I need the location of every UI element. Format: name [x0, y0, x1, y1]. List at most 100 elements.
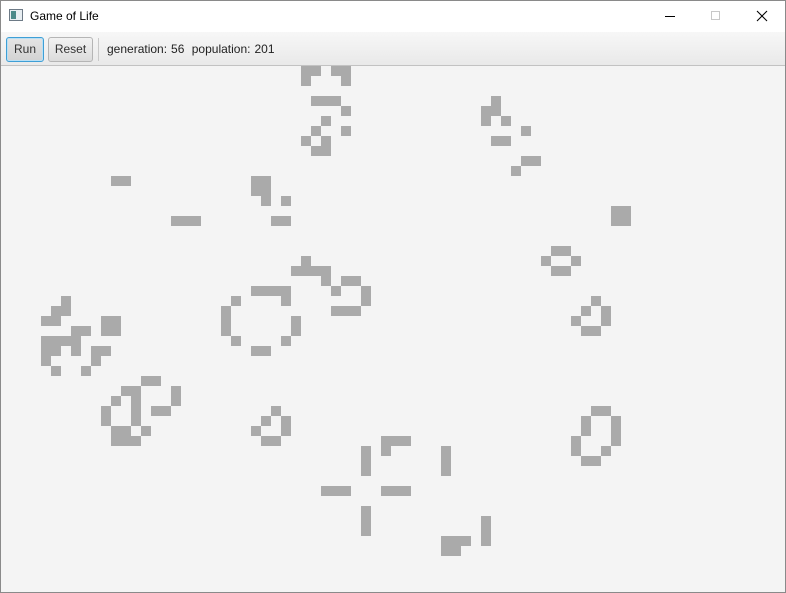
- live-cell[interactable]: [491, 136, 501, 146]
- live-cell[interactable]: [451, 536, 461, 546]
- live-cell[interactable]: [271, 216, 281, 226]
- live-cell[interactable]: [91, 346, 101, 356]
- live-cell[interactable]: [301, 256, 311, 266]
- live-cell[interactable]: [111, 436, 121, 446]
- live-cell[interactable]: [221, 306, 231, 316]
- live-cell[interactable]: [301, 266, 311, 276]
- live-cell[interactable]: [231, 336, 241, 346]
- live-cell[interactable]: [271, 286, 281, 296]
- live-cell[interactable]: [151, 406, 161, 416]
- live-cell[interactable]: [351, 276, 361, 286]
- live-cell[interactable]: [611, 216, 621, 226]
- live-cell[interactable]: [441, 446, 451, 456]
- live-cell[interactable]: [341, 276, 351, 286]
- live-cell[interactable]: [71, 346, 81, 356]
- live-cell[interactable]: [251, 186, 261, 196]
- title-bar[interactable]: Game of Life: [1, 1, 785, 32]
- live-cell[interactable]: [401, 486, 411, 496]
- live-cell[interactable]: [521, 156, 531, 166]
- live-cell[interactable]: [331, 66, 341, 76]
- live-cell[interactable]: [611, 416, 621, 426]
- live-cell[interactable]: [311, 126, 321, 136]
- live-cell[interactable]: [101, 346, 111, 356]
- live-cell[interactable]: [441, 536, 451, 546]
- live-cell[interactable]: [71, 336, 81, 346]
- live-cell[interactable]: [111, 396, 121, 406]
- live-cell[interactable]: [291, 326, 301, 336]
- live-cell[interactable]: [601, 406, 611, 416]
- live-cell[interactable]: [61, 296, 71, 306]
- live-cell[interactable]: [101, 326, 111, 336]
- live-cell[interactable]: [591, 406, 601, 416]
- live-cell[interactable]: [361, 466, 371, 476]
- live-cell[interactable]: [571, 446, 581, 456]
- live-cell[interactable]: [581, 426, 591, 436]
- live-cell[interactable]: [361, 456, 371, 466]
- live-cell[interactable]: [341, 106, 351, 116]
- live-cell[interactable]: [261, 416, 271, 426]
- live-cell[interactable]: [41, 346, 51, 356]
- live-cell[interactable]: [321, 146, 331, 156]
- live-cell[interactable]: [91, 356, 101, 366]
- live-cell[interactable]: [221, 316, 231, 326]
- live-cell[interactable]: [121, 426, 131, 436]
- live-cell[interactable]: [171, 396, 181, 406]
- live-cell[interactable]: [141, 376, 151, 386]
- live-cell[interactable]: [381, 436, 391, 446]
- live-cell[interactable]: [111, 316, 121, 326]
- live-cell[interactable]: [341, 306, 351, 316]
- live-cell[interactable]: [171, 216, 181, 226]
- live-cell[interactable]: [391, 436, 401, 446]
- live-cell[interactable]: [101, 406, 111, 416]
- live-cell[interactable]: [281, 336, 291, 346]
- live-cell[interactable]: [311, 96, 321, 106]
- live-cell[interactable]: [281, 216, 291, 226]
- live-cell[interactable]: [51, 306, 61, 316]
- live-cell[interactable]: [311, 266, 321, 276]
- live-cell[interactable]: [281, 286, 291, 296]
- live-cell[interactable]: [101, 416, 111, 426]
- live-cell[interactable]: [281, 426, 291, 436]
- live-cell[interactable]: [511, 166, 521, 176]
- live-cell[interactable]: [321, 266, 331, 276]
- live-cell[interactable]: [521, 126, 531, 136]
- live-cell[interactable]: [561, 246, 571, 256]
- live-cell[interactable]: [591, 326, 601, 336]
- live-cell[interactable]: [601, 446, 611, 456]
- live-cell[interactable]: [441, 466, 451, 476]
- live-cell[interactable]: [321, 486, 331, 496]
- live-cell[interactable]: [221, 326, 231, 336]
- live-cell[interactable]: [111, 176, 121, 186]
- maximize-button[interactable]: [693, 1, 739, 31]
- live-cell[interactable]: [41, 336, 51, 346]
- live-cell[interactable]: [361, 446, 371, 456]
- live-cell[interactable]: [621, 206, 631, 216]
- live-cell[interactable]: [581, 306, 591, 316]
- live-cell[interactable]: [171, 386, 181, 396]
- live-cell[interactable]: [361, 506, 371, 516]
- live-cell[interactable]: [341, 66, 351, 76]
- live-cell[interactable]: [261, 286, 271, 296]
- live-cell[interactable]: [61, 306, 71, 316]
- live-cell[interactable]: [581, 456, 591, 466]
- live-cell[interactable]: [301, 136, 311, 146]
- live-cell[interactable]: [261, 346, 271, 356]
- live-cell[interactable]: [491, 106, 501, 116]
- live-cell[interactable]: [131, 386, 141, 396]
- live-cell[interactable]: [381, 486, 391, 496]
- live-cell[interactable]: [331, 306, 341, 316]
- live-cell[interactable]: [441, 546, 451, 556]
- live-cell[interactable]: [261, 196, 271, 206]
- live-cell[interactable]: [361, 526, 371, 536]
- live-cell[interactable]: [591, 456, 601, 466]
- live-cell[interactable]: [361, 516, 371, 526]
- live-cell[interactable]: [321, 96, 331, 106]
- live-cell[interactable]: [261, 186, 271, 196]
- reset-button[interactable]: Reset: [48, 37, 93, 62]
- live-cell[interactable]: [331, 286, 341, 296]
- live-cell[interactable]: [51, 346, 61, 356]
- live-cell[interactable]: [621, 216, 631, 226]
- live-cell[interactable]: [251, 426, 261, 436]
- live-cell[interactable]: [281, 296, 291, 306]
- live-cell[interactable]: [311, 146, 321, 156]
